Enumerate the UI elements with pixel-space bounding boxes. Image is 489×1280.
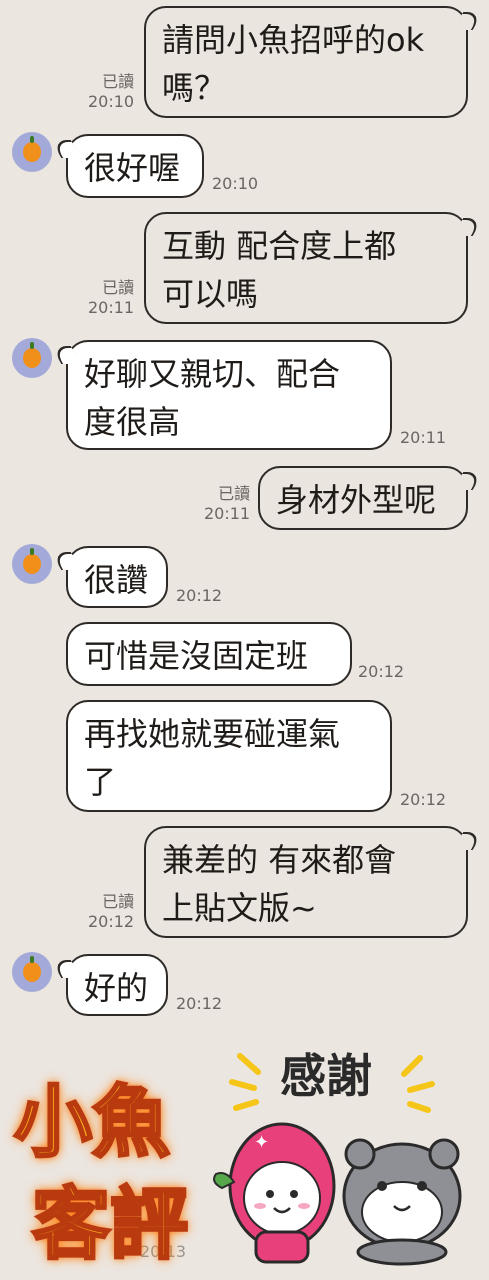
orange-icon xyxy=(23,136,41,162)
message-time: 20:12 xyxy=(176,994,223,1013)
message-bubble-incoming[interactable]: 好的 xyxy=(66,954,168,1016)
sticker-caption: 感謝 xyxy=(280,1049,372,1103)
message-bubble-incoming[interactable]: 很讚 xyxy=(66,546,168,608)
read-receipt: 已讀 20:10 xyxy=(88,72,135,111)
orange-icon xyxy=(23,342,41,368)
message-bubble-incoming[interactable]: 好聊又親切、配合 度很高 xyxy=(66,340,392,450)
read-receipt: 已讀 20:11 xyxy=(204,484,251,523)
contact-avatar[interactable] xyxy=(12,132,52,172)
watermark-line-1: 小魚 xyxy=(12,1077,171,1170)
sticker-message[interactable]: ✦ 感謝 xyxy=(210,1036,480,1266)
read-receipt: 已讀 20:12 xyxy=(88,892,135,931)
contact-avatar[interactable] xyxy=(12,544,52,584)
contact-avatar[interactable] xyxy=(12,952,52,992)
watermark-line-2: 客評 xyxy=(30,1179,189,1272)
message-bubble-incoming[interactable]: 可惜是沒固定班 xyxy=(66,622,352,686)
watermark-logo: 小魚 客評 xyxy=(6,1058,206,1272)
orange-icon xyxy=(23,956,41,982)
message-bubble-incoming[interactable]: 再找她就要碰運氣 了 xyxy=(66,700,392,812)
message-time: 20:12 xyxy=(400,790,447,809)
message-time: 20:11 xyxy=(400,428,447,447)
message-bubble-outgoing[interactable]: 身材外型呢 xyxy=(258,466,468,530)
svg-text:✦: ✦ xyxy=(254,1132,269,1153)
message-bubble-outgoing[interactable]: 請問小魚招呼的ok 嗎？ xyxy=(144,6,468,118)
message-bubble-incoming[interactable]: 很好喔 xyxy=(66,134,204,198)
message-time: 20:12 xyxy=(176,586,223,605)
message-time: 20:12 xyxy=(358,662,405,681)
message-bubble-outgoing[interactable]: 互動 配合度上都 可以嗎 xyxy=(144,212,468,324)
message-bubble-outgoing[interactable]: 兼差的 有來都會 上貼文版~ xyxy=(144,826,468,938)
orange-icon xyxy=(23,548,41,574)
message-time: 20:10 xyxy=(212,174,259,193)
contact-avatar[interactable] xyxy=(12,338,52,378)
read-receipt: 已讀 20:11 xyxy=(88,278,135,317)
